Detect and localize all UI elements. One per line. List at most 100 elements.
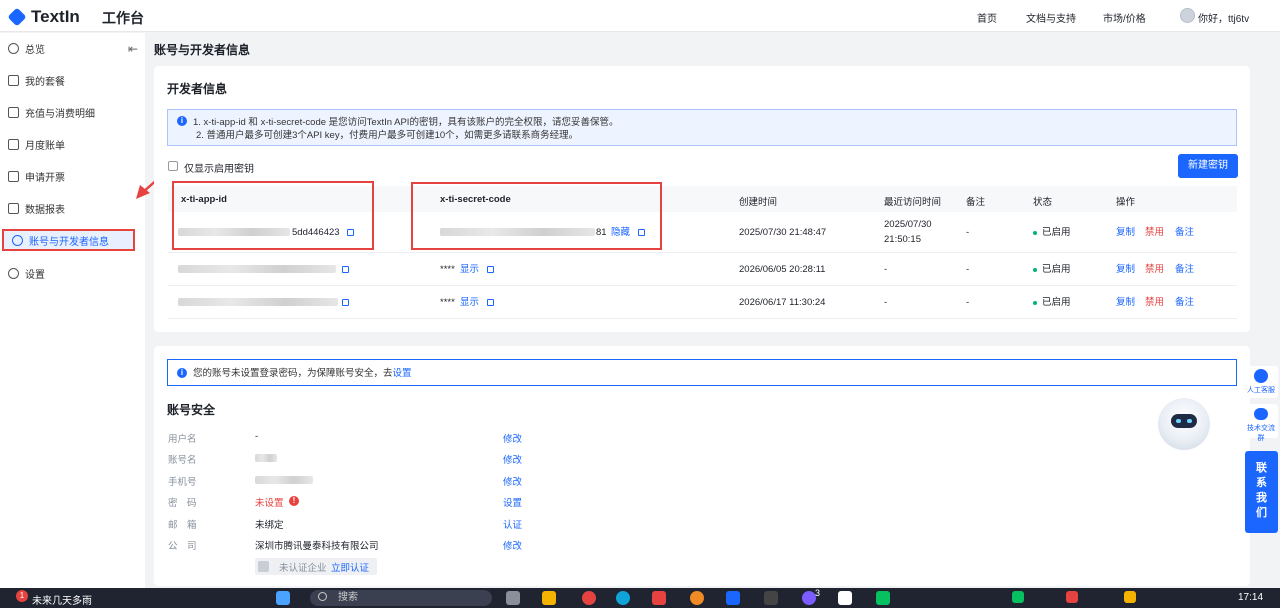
verify-email-link[interactable]: 认证 (503, 517, 522, 531)
workbench-title: 工作台 (102, 10, 144, 26)
windows-start-icon[interactable] (276, 591, 290, 605)
col-last-access: 最近访问时间 (884, 197, 942, 208)
wallet-icon (8, 106, 19, 118)
notice-line-1: 1. x-ti-app-id 和 x-ti-secret-code 是您访问Te… (193, 117, 619, 128)
invoice-icon (8, 170, 19, 182)
field-value-email: 未绑定 (255, 520, 284, 531)
tray-icon[interactable] (1124, 591, 1136, 603)
tray-icon[interactable] (1066, 591, 1078, 603)
textin-logo-icon (7, 7, 27, 27)
show-secret-link[interactable]: 显示 (460, 296, 479, 310)
avatar[interactable] (1180, 8, 1195, 23)
status-dot-icon (1033, 268, 1037, 272)
bill-icon (8, 138, 19, 150)
wechat-icon[interactable] (876, 591, 890, 605)
nav-market[interactable]: 市场/价格 (1103, 10, 1146, 25)
edit-username-link[interactable]: 修改 (503, 431, 522, 445)
developer-title: 开发者信息 (167, 82, 228, 96)
verify-now-link[interactable]: 立即认证 (331, 560, 369, 574)
netease-icon[interactable] (582, 591, 596, 605)
nav-docs[interactable]: 文档与支持 (1026, 10, 1076, 25)
qq-icon[interactable] (838, 591, 852, 605)
taskbar: 1 未来几天多雨 搜索 3 17:14 (0, 588, 1280, 608)
sidebar-item-label: 申请开票 (25, 172, 65, 184)
contact-char: 们 (1256, 507, 1267, 519)
unverified-label: 未认证企业 (279, 563, 327, 574)
developer-notice: 1. x-ti-app-id 和 x-ti-secret-code 是您访问Te… (167, 109, 1237, 146)
user-icon (12, 234, 23, 246)
contact-char: 系 (1256, 477, 1267, 489)
info-icon: i (177, 368, 187, 378)
created-time: 2025/07/30 21:48:47 (739, 227, 827, 238)
edit-company-link[interactable]: 修改 (503, 538, 522, 552)
weather-widget[interactable]: 未来几天多雨 (32, 592, 92, 607)
redacted-phone (255, 476, 313, 484)
sidebar-item-package[interactable]: 我的套餐 (0, 69, 145, 91)
col-created: 创建时间 (739, 197, 778, 208)
sidebar-item-label: 设置 (25, 269, 45, 281)
copy-icon[interactable] (342, 299, 349, 306)
set-password-link[interactable]: 设置 (393, 368, 412, 379)
sidebar-item-invoice[interactable]: 申请开票 (0, 165, 145, 187)
show-secret-link[interactable]: 显示 (460, 263, 479, 277)
contact-us-button[interactable]: 联 系 我 们 (1245, 451, 1278, 533)
sidebar-item-label: 总览 (25, 44, 45, 56)
disable-button[interactable]: 禁用 (1145, 263, 1164, 277)
remark-button[interactable]: 备注 (1175, 296, 1194, 310)
search-placeholder: 搜索 (338, 592, 358, 603)
last-access-time: 21:50:15 (884, 234, 921, 245)
remark-button[interactable]: 备注 (1175, 226, 1194, 240)
disable-button[interactable]: 禁用 (1145, 226, 1164, 240)
remark-button[interactable]: 备注 (1175, 263, 1194, 277)
copy-button[interactable]: 复制 (1116, 296, 1135, 310)
disable-button[interactable]: 禁用 (1145, 296, 1164, 310)
sidebar-item-recharge[interactable]: 充值与消费明细 (0, 101, 145, 123)
robot-assistant-icon[interactable] (1158, 398, 1210, 450)
sidebar-item-label: 数据报表 (25, 204, 65, 216)
new-key-button[interactable]: 新建密钥 (1178, 154, 1238, 178)
sidebar-item-settings[interactable]: 设置 (0, 262, 145, 284)
file-icon[interactable] (506, 591, 520, 605)
sidebar-item-overview[interactable]: 总览 (0, 37, 145, 59)
set-password-link[interactable]: 设置 (503, 495, 522, 509)
taskbar-search[interactable]: 搜索 (310, 590, 492, 606)
user-greeting[interactable]: 你好，ttj6tv (1198, 10, 1249, 25)
status-dot-icon (1033, 231, 1037, 235)
nav-home[interactable]: 首页 (977, 10, 997, 25)
folder-icon[interactable] (542, 591, 556, 605)
sidebar-item-report[interactable]: 数据报表 (0, 197, 145, 219)
field-label-phone: 手机号 (168, 477, 197, 488)
contact-char: 联 (1256, 462, 1267, 474)
edge-icon[interactable] (616, 591, 630, 605)
human-service-button[interactable]: 人工客服 (1244, 366, 1278, 398)
edit-account-link[interactable]: 修改 (503, 452, 522, 466)
app-icon[interactable] (802, 591, 816, 605)
tray-icon[interactable] (1012, 591, 1024, 603)
edit-phone-link[interactable]: 修改 (503, 474, 522, 488)
redacted-app-id (178, 298, 338, 306)
field-value-username: - (255, 431, 259, 442)
copy-icon[interactable] (487, 299, 494, 306)
copy-button[interactable]: 复制 (1116, 226, 1135, 240)
sidebar-item-account[interactable]: 账号与开发者信息 (2, 229, 135, 251)
sidebar-item-label: 月度账单 (25, 140, 65, 152)
wps-icon[interactable] (652, 591, 666, 605)
app-icon[interactable] (726, 591, 740, 605)
copy-icon[interactable] (342, 266, 349, 273)
redacted-account (255, 454, 277, 462)
copy-button[interactable]: 复制 (1116, 263, 1135, 277)
contact-char: 我 (1256, 492, 1267, 504)
security-notice: 您的账号未设置登录密码，为保障账号安全，去设置 (167, 359, 1237, 386)
tech-group-button[interactable]: 技术交流群 (1244, 404, 1278, 442)
notification-badge: 1 (16, 590, 28, 602)
sidebar-item-bill[interactable]: 月度账单 (0, 133, 145, 155)
app-icon[interactable] (690, 591, 704, 605)
sidebar-item-label: 充值与消费明细 (25, 108, 95, 120)
gear-icon (8, 267, 19, 279)
only-enabled-checkbox[interactable] (168, 161, 178, 171)
logo[interactable]: TextIn (7, 7, 80, 27)
field-label-email: 邮 箱 (168, 520, 197, 531)
copy-icon[interactable] (487, 266, 494, 273)
col-note: 备注 (966, 197, 986, 208)
terminal-icon[interactable] (764, 591, 778, 605)
